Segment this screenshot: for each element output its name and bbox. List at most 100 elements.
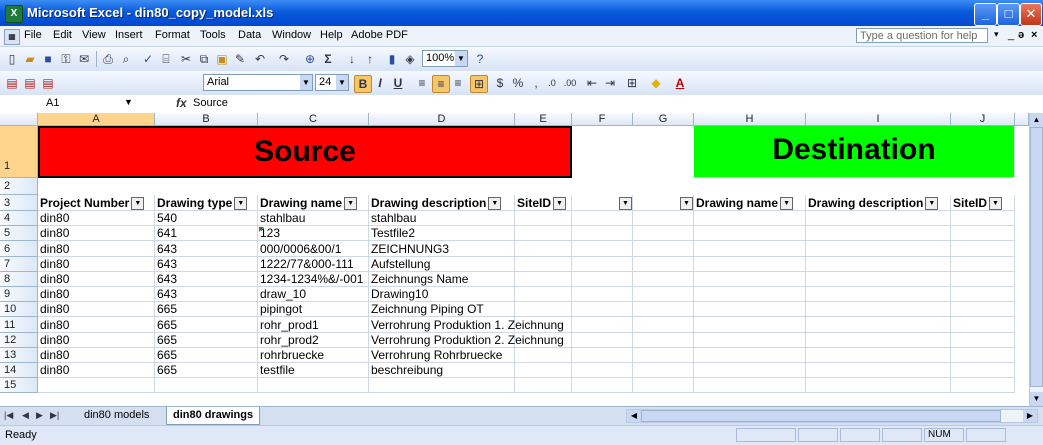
chevron-down-icon[interactable]: ▼ xyxy=(336,75,348,90)
table-cell[interactable]: 1222/77&000-111 xyxy=(258,257,369,272)
help-icon[interactable]: ? xyxy=(472,51,488,67)
row-header[interactable]: 14 xyxy=(0,363,38,378)
next-sheet-icon[interactable]: ▶ xyxy=(36,410,43,421)
table-cell[interactable] xyxy=(694,272,806,287)
table-cell[interactable]: draw_10 xyxy=(258,287,369,302)
table-cell[interactable] xyxy=(633,363,694,378)
table-cell[interactable]: rohr_prod1 xyxy=(258,317,369,333)
table-cell[interactable] xyxy=(806,302,951,317)
row-header[interactable]: 13 xyxy=(0,348,38,363)
print-icon[interactable]: ⎙ xyxy=(100,51,116,67)
table-cell[interactable] xyxy=(572,226,633,241)
pdf-review-icon[interactable]: ▤ xyxy=(40,75,56,91)
horizontal-scrollbar[interactable]: ◀ ▶ xyxy=(626,409,1038,423)
table-cell[interactable]: rohrbruecke xyxy=(258,348,369,363)
table-cell[interactable] xyxy=(951,317,1015,333)
font-size-select[interactable]: 24 ▼ xyxy=(315,74,349,91)
table-cell[interactable]: pipingot xyxy=(258,302,369,317)
table-cell[interactable] xyxy=(951,211,1015,226)
table-cell[interactable]: beschreibung xyxy=(369,363,515,378)
align-right-icon[interactable]: ≡ xyxy=(450,75,466,91)
row-header[interactable]: 15 xyxy=(0,378,38,393)
table-cell[interactable] xyxy=(572,272,633,287)
col-header-e[interactable]: E xyxy=(515,113,572,126)
table-cell[interactable]: Testfile2 xyxy=(369,226,515,241)
table-cell[interactable] xyxy=(572,257,633,272)
table-cell[interactable] xyxy=(806,257,951,272)
error-indicator-icon[interactable] xyxy=(259,227,264,232)
header-project-number[interactable]: Project Number ▼ xyxy=(38,195,155,211)
horizontal-scroll-thumb[interactable] xyxy=(641,410,1001,422)
table-cell[interactable] xyxy=(633,348,694,363)
table-cell[interactable]: din80 xyxy=(38,333,155,348)
table-cell[interactable] xyxy=(806,241,951,257)
table-cell[interactable] xyxy=(572,363,633,378)
header-dest-drawing-name[interactable]: Drawing name ▼ xyxy=(694,195,806,211)
drawing-icon[interactable]: ◈ xyxy=(402,51,418,67)
col-header-g[interactable]: G xyxy=(633,113,694,126)
table-cell[interactable] xyxy=(806,287,951,302)
comma-style-icon[interactable]: , xyxy=(528,75,544,91)
table-cell[interactable] xyxy=(806,363,951,378)
menu-adobe-pdf[interactable]: Adobe PDF xyxy=(351,29,408,41)
table-cell[interactable]: din80 xyxy=(38,348,155,363)
filter-dropdown-icon[interactable]: ▼ xyxy=(925,197,939,211)
table-cell[interactable] xyxy=(806,317,951,333)
table-cell[interactable]: din80 xyxy=(38,272,155,287)
header-drawing-description[interactable]: Drawing description ▼ xyxy=(369,195,515,211)
table-cell[interactable] xyxy=(806,378,951,393)
table-cell[interactable] xyxy=(694,363,806,378)
table-cell[interactable] xyxy=(694,211,806,226)
table-cell[interactable] xyxy=(38,378,155,393)
spelling-icon[interactable]: ✓ xyxy=(140,51,156,67)
table-cell[interactable]: Verrohrung Produktion 2. Zeichnung xyxy=(369,333,564,348)
workbook-restore-icon[interactable]: ǝ xyxy=(1018,29,1024,41)
function-icon[interactable]: fx xyxy=(176,96,187,110)
workbook-close-icon[interactable]: × xyxy=(1031,29,1037,41)
table-cell[interactable]: 123 xyxy=(258,226,369,241)
filter-dropdown-icon[interactable]: ▼ xyxy=(989,197,1003,211)
zoom-select[interactable]: 100% ▼ xyxy=(422,50,468,67)
table-cell[interactable] xyxy=(951,302,1015,317)
table-cell[interactable] xyxy=(155,378,258,393)
workbook-icon[interactable]: ▦ xyxy=(4,29,20,45)
table-cell[interactable] xyxy=(515,272,572,287)
table-cell[interactable] xyxy=(951,348,1015,363)
table-cell[interactable] xyxy=(572,333,633,348)
currency-icon[interactable]: $ xyxy=(492,75,508,91)
italic-icon[interactable]: I xyxy=(372,75,388,91)
scroll-left-icon[interactable]: ◀ xyxy=(627,410,641,422)
row-header[interactable]: 11 xyxy=(0,317,38,333)
menu-file[interactable]: File xyxy=(24,29,42,41)
underline-icon[interactable]: U xyxy=(390,75,406,91)
table-cell[interactable]: 643 xyxy=(155,241,258,257)
table-cell[interactable] xyxy=(515,378,572,393)
table-cell[interactable] xyxy=(572,302,633,317)
copy-icon[interactable]: ⧉ xyxy=(196,51,212,67)
pdf-email-icon[interactable]: ▤ xyxy=(22,75,38,91)
header-drawing-type[interactable]: Drawing type ▼ xyxy=(155,195,258,211)
menu-edit[interactable]: Edit xyxy=(53,29,72,41)
table-cell[interactable] xyxy=(572,378,633,393)
filter-dropdown-icon[interactable]: ▼ xyxy=(619,197,632,211)
table-cell[interactable] xyxy=(806,272,951,287)
excel-app-icon[interactable]: X xyxy=(5,5,23,23)
table-cell[interactable] xyxy=(951,378,1015,393)
table-cell[interactable] xyxy=(572,287,633,302)
col-header-h[interactable]: H xyxy=(694,113,806,126)
sort-descending-icon[interactable]: ↑ xyxy=(362,51,378,67)
table-cell[interactable]: testfile xyxy=(258,363,369,378)
table-cell[interactable] xyxy=(515,226,572,241)
filter-dropdown-icon[interactable]: ▼ xyxy=(234,197,248,211)
table-cell[interactable] xyxy=(633,287,694,302)
decrease-decimal-icon[interactable]: .00 xyxy=(562,75,578,91)
table-cell[interactable]: 665 xyxy=(155,302,258,317)
table-cell[interactable] xyxy=(633,211,694,226)
menu-format[interactable]: Format xyxy=(155,29,190,41)
increase-decimal-icon[interactable]: .0 xyxy=(544,75,560,91)
table-cell[interactable]: 665 xyxy=(155,317,258,333)
menu-view[interactable]: View xyxy=(82,29,106,41)
table-cell[interactable]: Zeichnungs Name xyxy=(369,272,515,287)
table-cell[interactable]: rohr_prod2 xyxy=(258,333,369,348)
email-icon[interactable]: ✉ xyxy=(76,51,92,67)
